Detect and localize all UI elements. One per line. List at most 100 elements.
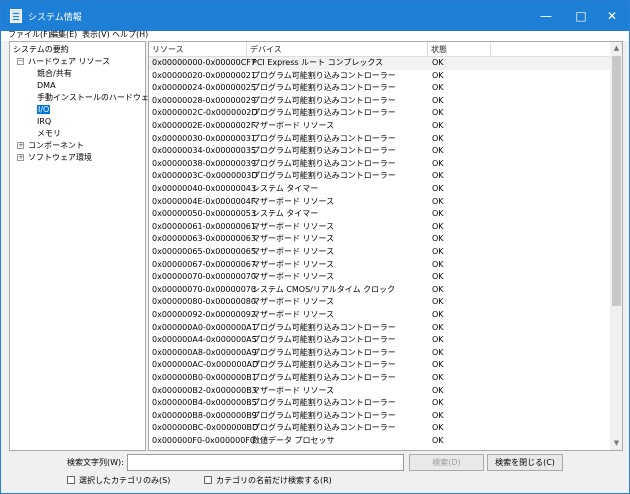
search-input[interactable] [127, 454, 404, 471]
table-row[interactable]: 0x000000A4-0x000000A5 プログラム可能割り込みコントローラー O… [149, 334, 610, 347]
table-row[interactable]: 0x00000024-0x00000025 プログラム可能割り込みコントローラー O… [149, 82, 610, 95]
tree-item[interactable]: − ハードウェア リソース [17, 56, 110, 68]
resource-cell: 0x0000003C-0x0000003D [152, 171, 258, 181]
vertical-scrollbar[interactable]: ▲ ▼ [610, 42, 622, 450]
table-row[interactable]: 0x00000028-0x00000029 プログラム可能割り込みコントローラー O… [149, 95, 610, 108]
status-cell: OK [432, 297, 444, 307]
table-row[interactable]: 0x00000000-0x00000CF7 PCI Express ルート コンプ… [149, 57, 610, 70]
column-status-header[interactable]: 状態 [428, 42, 491, 57]
table-row[interactable]: 0x00000040-0x00000043 システム タイマー OK [149, 183, 610, 196]
menu-file[interactable]: ファイル(F) [8, 30, 51, 40]
resource-cell: 0x00000030-0x00000031 [152, 133, 256, 143]
resource-cell: 0x0000002E-0x0000002F [152, 121, 256, 130]
device-cell: マザーボード リソース [252, 234, 335, 244]
category-name-only-label: カテゴリの名前だけ検索する(R) [216, 476, 332, 485]
close-search-button[interactable]: 検索を閉じる(C) [487, 454, 563, 471]
scroll-up-icon[interactable]: ▲ [610, 42, 622, 55]
tree-item[interactable]: I/O [37, 104, 51, 116]
checkbox-box[interactable] [204, 476, 212, 484]
status-cell: OK [432, 247, 444, 256]
status-cell: OK [432, 70, 444, 80]
table-row[interactable]: 0x00000070-0x00000070 マザーボード リソース OK [149, 271, 610, 284]
title-bar: システム情報 — □ ✕ [1, 1, 629, 31]
table-row[interactable]: 0x00000020-0x00000021 プログラム可能割り込みコントローラー O… [149, 70, 610, 83]
device-cell: プログラム可能割り込みコントローラー [252, 146, 396, 156]
status-cell: OK [432, 310, 444, 319]
table-row[interactable]: 0x000000B4-0x000000B5 プログラム可能割り込みコントローラー O… [149, 397, 610, 410]
resource-cell: 0x000000B0-0x000000B1 [152, 373, 257, 382]
table-row[interactable]: 0x000000BC-0x000000BD プログラム可能割り込みコントローラー O… [149, 422, 610, 435]
table-row[interactable]: 0x00000061-0x00000061 マザーボード リソース OK [149, 221, 610, 234]
device-cell: プログラム可能割り込みコントローラー [252, 373, 396, 382]
table-row[interactable]: 0x00000050-0x00000053 システム タイマー OK [149, 208, 610, 221]
status-cell: OK [432, 58, 444, 67]
device-cell: システム CMOS/リアルタイム クロック [252, 284, 396, 294]
table-row[interactable]: 0x00000063-0x00000063 マザーボード リソース OK [149, 233, 610, 246]
checkbox-box[interactable] [67, 476, 75, 484]
category-name-only-checkbox[interactable]: カテゴリの名前だけ検索する(R) [204, 475, 332, 487]
table-row[interactable]: 0x00000065-0x00000065 マザーボード リソース OK [149, 246, 610, 259]
minimize-button[interactable]: — [529, 1, 563, 31]
table-row[interactable]: 0x0000004E-0x0000004F マザーボード リソース OK [149, 196, 610, 209]
tree-item[interactable]: 競合/共有 [37, 68, 72, 80]
resource-list[interactable]: リソース デバイス 状態 0x00000000-0x00000CF7 PCI Ex… [148, 41, 623, 451]
table-row[interactable]: 0x0000002C-0x0000002D プログラム可能割り込みコントローラー O… [149, 107, 610, 120]
menu-help[interactable]: ヘルプ(H) [112, 30, 148, 40]
status-cell: OK [432, 209, 444, 219]
system-info-icon [10, 9, 22, 23]
table-row[interactable]: 0x000000A8-0x000000A9 プログラム可能割り込みコントローラー O… [149, 347, 610, 360]
scroll-down-icon[interactable]: ▼ [610, 437, 622, 450]
resource-cell: 0x000000B8-0x000000B9 [152, 410, 257, 420]
table-row[interactable]: 0x00000030-0x00000031 プログラム可能割り込みコントローラー O… [149, 133, 610, 146]
maximize-button[interactable]: □ [564, 1, 598, 31]
table-row[interactable]: 0x00000092-0x00000092 マザーボード リソース OK [149, 309, 610, 322]
selected-category-only-checkbox[interactable]: 選択したカテゴリのみ(S) [67, 475, 170, 487]
plus-box-icon[interactable]: + [17, 154, 24, 161]
plus-box-icon[interactable]: + [17, 142, 24, 149]
tree-item[interactable]: システムの要約 [13, 44, 69, 56]
tree-item[interactable]: 手動インストールのハードウェア [37, 92, 157, 104]
resource-cell: 0x00000038-0x00000039 [152, 158, 256, 168]
table-row[interactable]: 0x000000F0-0x000000F0 数値データ プロセッサ OK [149, 435, 610, 448]
table-row[interactable]: 0x000000AC-0x000000AD プログラム可能割り込みコントローラー O… [149, 359, 610, 372]
table-row[interactable]: 0x000000B2-0x000000B3 マザーボード リソース OK [149, 385, 610, 398]
resource-cell: 0x000000BC-0x000000BD [152, 423, 259, 433]
status-cell: OK [432, 272, 444, 282]
tree-item[interactable]: メモリ [37, 128, 61, 140]
tree-item[interactable]: DMA [37, 80, 56, 92]
menu-view[interactable]: 表示(V) [82, 30, 110, 40]
table-row[interactable]: 0x00000080-0x00000080 マザーボード リソース OK [149, 296, 610, 309]
device-cell: マザーボード リソース [252, 221, 335, 231]
category-tree[interactable]: システムの要約 − ハードウェア リソース 競合/共有 DMA 手動インストールのハードウ… [9, 41, 157, 451]
search-button[interactable]: 検索(D) [409, 454, 484, 471]
column-device-header[interactable]: デバイス [247, 42, 428, 57]
scroll-thumb[interactable] [612, 56, 621, 306]
minus-box-icon[interactable]: − [17, 58, 24, 65]
tree-item[interactable]: IRQ [37, 116, 51, 128]
table-row[interactable]: 0x00000070-0x00000070 システム CMOS/リアルタイム クロ… [149, 284, 610, 297]
status-cell: OK [432, 385, 444, 395]
table-row[interactable]: 0x000000A0-0x000000A1 プログラム可能割り込みコントローラー O… [149, 322, 610, 335]
tree-item[interactable]: + コンポーネント [17, 140, 84, 152]
status-cell: OK [432, 284, 444, 294]
table-row[interactable]: 0x000000B0-0x000000B1 プログラム可能割り込みコントローラー O… [149, 372, 610, 385]
status-cell: OK [432, 121, 444, 130]
table-row[interactable]: 0x0000002E-0x0000002F マザーボード リソース OK [149, 120, 610, 133]
resource-cell: 0x00000034-0x00000035 [152, 146, 256, 156]
close-button[interactable]: ✕ [595, 1, 629, 31]
resource-cell: 0x00000040-0x00000043 [152, 184, 256, 193]
resource-cell: 0x00000070-0x00000070 [152, 284, 256, 294]
status-cell: OK [432, 410, 444, 420]
table-row[interactable]: 0x00000034-0x00000035 プログラム可能割り込みコントローラー O… [149, 145, 610, 158]
tree-item[interactable]: + ソフトウェア環境 [17, 152, 92, 164]
table-row[interactable]: 0x00000067-0x00000067 マザーボード リソース OK [149, 259, 610, 272]
column-resource-header[interactable]: リソース [149, 42, 247, 57]
device-cell: プログラム可能割り込みコントローラー [252, 360, 396, 370]
tree-item-label: システムの要約 [13, 45, 69, 54]
resource-cell: 0x000000A0-0x000000A1 [152, 322, 257, 332]
table-row[interactable]: 0x0000003C-0x0000003D プログラム可能割り込みコントローラー O… [149, 170, 610, 183]
table-row[interactable]: 0x00000038-0x00000039 プログラム可能割り込みコントローラー O… [149, 158, 610, 171]
table-row[interactable]: 0x000000B8-0x000000B9 プログラム可能割り込みコントローラー O… [149, 410, 610, 423]
menu-edit[interactable]: 編集(E) [50, 30, 77, 40]
status-cell: OK [432, 259, 444, 269]
